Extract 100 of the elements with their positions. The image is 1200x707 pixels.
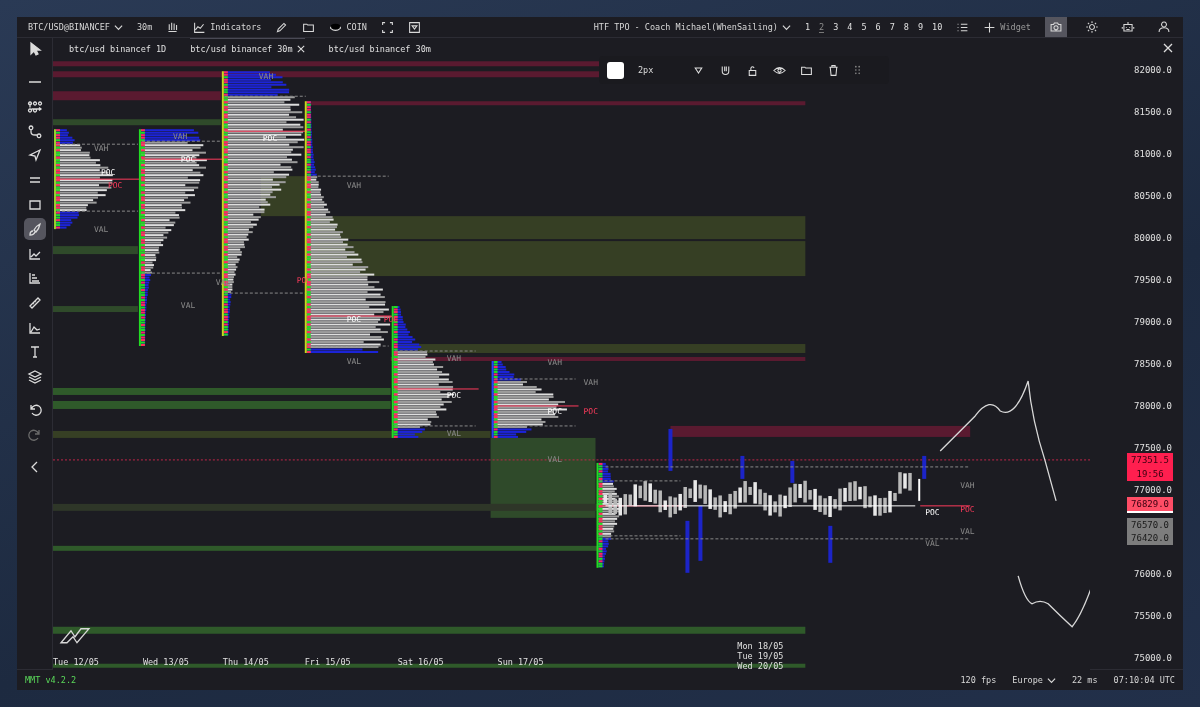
layout-tab[interactable]: 3 (833, 21, 839, 33)
camera-icon[interactable] (1045, 17, 1067, 37)
caret-icon (1047, 675, 1056, 685)
pencil-icon[interactable] (275, 20, 289, 34)
profile-label: VAH (172, 132, 188, 142)
date-label: Mon 18/05 (737, 640, 784, 651)
profile-label: VAL (446, 428, 462, 438)
date-label: Tue 12/05 (53, 656, 99, 667)
brush-icon[interactable] (23, 218, 46, 241)
price-label: 81500.0 (1134, 106, 1172, 119)
dropdown-box-icon[interactable] (407, 20, 421, 34)
coin-button[interactable]: COIN (329, 20, 367, 34)
price-label: 77000.0 (1134, 484, 1172, 497)
tpo-spike (668, 428, 673, 471)
date-label: Thu 14/05 (222, 656, 269, 667)
price-label: 75000.0 (1134, 652, 1172, 665)
profile-label: VAH (583, 378, 598, 387)
profile-label: VAH (960, 480, 975, 490)
region-selector[interactable]: Europe (1012, 675, 1056, 685)
price-tag: 77351.5 (1127, 453, 1174, 467)
trash-icon[interactable] (827, 63, 840, 77)
price-tag: 19:56 (1127, 467, 1174, 481)
add-widget-button[interactable]: Widget (983, 20, 1031, 34)
tpo-spike (828, 525, 833, 563)
symbol-selector[interactable]: BTC/USD@BINANCEF (28, 22, 123, 32)
indicators-button[interactable]: Indicators (193, 20, 262, 34)
profile-label: VAH (93, 144, 109, 154)
interval-button[interactable]: 30m (136, 22, 153, 32)
price-label: 77500.0 (1134, 442, 1172, 455)
candles-icon[interactable] (166, 20, 180, 34)
profile-label: POC (107, 181, 123, 191)
price-tag: 76420.0 (1127, 531, 1174, 545)
price-tag: 76570.0 (1127, 518, 1174, 532)
layout-tab[interactable]: 7 (889, 21, 895, 33)
layout-tab[interactable]: 5 (861, 21, 867, 33)
layout-selector[interactable]: HTF TPO - Coach Michael(WhenSailing) (593, 22, 791, 32)
profile-label: VAL (215, 278, 231, 288)
date-label: Wed 20/05 (737, 660, 784, 671)
profile-label: VAL (925, 538, 940, 548)
layout-tab[interactable]: 2 (819, 21, 825, 33)
profile-label: VAL (93, 225, 109, 235)
price-label: 78000.0 (1134, 400, 1172, 413)
profile-label: VAH (547, 358, 562, 367)
tpo-spike (740, 455, 745, 479)
latency-label: 22 ms (1072, 675, 1098, 685)
caret-icon (113, 22, 123, 32)
profile-label: VAL (346, 357, 362, 366)
layout-tab[interactable]: 9 (917, 21, 924, 33)
date-label: Fri 15/05 (304, 656, 351, 667)
version-label: MMT v4.2.2 (25, 675, 77, 685)
price-label: 79500.0 (1134, 274, 1172, 287)
chart-tab[interactable]: btc/usd binancef 30m (328, 38, 431, 58)
clock-label: 07:10:04 UTC (1113, 675, 1175, 685)
profile-label: POC (583, 406, 598, 416)
tpo-spike (685, 520, 690, 573)
lock-icon[interactable] (746, 63, 759, 77)
profile-label: VAL (960, 526, 975, 536)
line-chart-icon (193, 20, 207, 34)
magnet-icon[interactable] (719, 63, 732, 77)
layout-tab[interactable]: 6 (875, 21, 881, 33)
profile-label: VAH (446, 354, 462, 363)
price-label: 75500.0 (1134, 610, 1172, 623)
profile-label: VAH (258, 72, 274, 82)
fps-label: 120 fps (960, 675, 997, 685)
close-icon[interactable] (296, 44, 305, 53)
caret-icon (781, 22, 791, 32)
line-width-select[interactable]: 2px (638, 65, 678, 75)
profile-label: VAL (547, 454, 562, 464)
layout-tab[interactable]: 1 (804, 21, 811, 33)
date-label: Sat 16/05 (397, 656, 444, 667)
drag-handle-icon[interactable] (854, 65, 861, 75)
color-swatch[interactable] (607, 61, 624, 79)
profile-label: POC (180, 155, 196, 165)
fullscreen-icon[interactable] (380, 20, 394, 34)
date-label: Tue 19/05 (737, 650, 784, 661)
price-label: 78500.0 (1134, 358, 1172, 371)
tpo-spike (698, 505, 703, 561)
chart-tab[interactable]: btc/usd binancef 1D (69, 38, 167, 58)
price-wick (918, 477, 921, 502)
tpo-spike (790, 460, 795, 483)
poc-line (919, 505, 971, 507)
price-tag: 76829.0 (1127, 497, 1174, 513)
date-label: Wed 13/05 (142, 656, 189, 667)
close-icon[interactable] (1163, 43, 1173, 53)
logo-icon (59, 628, 91, 644)
price-label: 76000.0 (1134, 568, 1172, 581)
profile-label: VAH (346, 181, 362, 191)
price-label: 80500.0 (1134, 190, 1172, 203)
price-label: 81000.0 (1134, 148, 1172, 161)
tpo-spike (922, 455, 927, 479)
profile-label: POC (960, 504, 975, 514)
price-label: 79000.0 (1134, 316, 1172, 329)
plus-icon (983, 20, 997, 34)
profile-label: POC (446, 390, 462, 400)
date-label: Sun 17/05 (497, 656, 544, 667)
price-label: 82000.0 (1134, 64, 1172, 77)
price-label: 80000.0 (1134, 232, 1172, 245)
layout-tab[interactable]: 10 (932, 21, 943, 33)
layout-tab[interactable]: 4 (847, 21, 853, 33)
layout-tab[interactable]: 8 (903, 21, 909, 33)
